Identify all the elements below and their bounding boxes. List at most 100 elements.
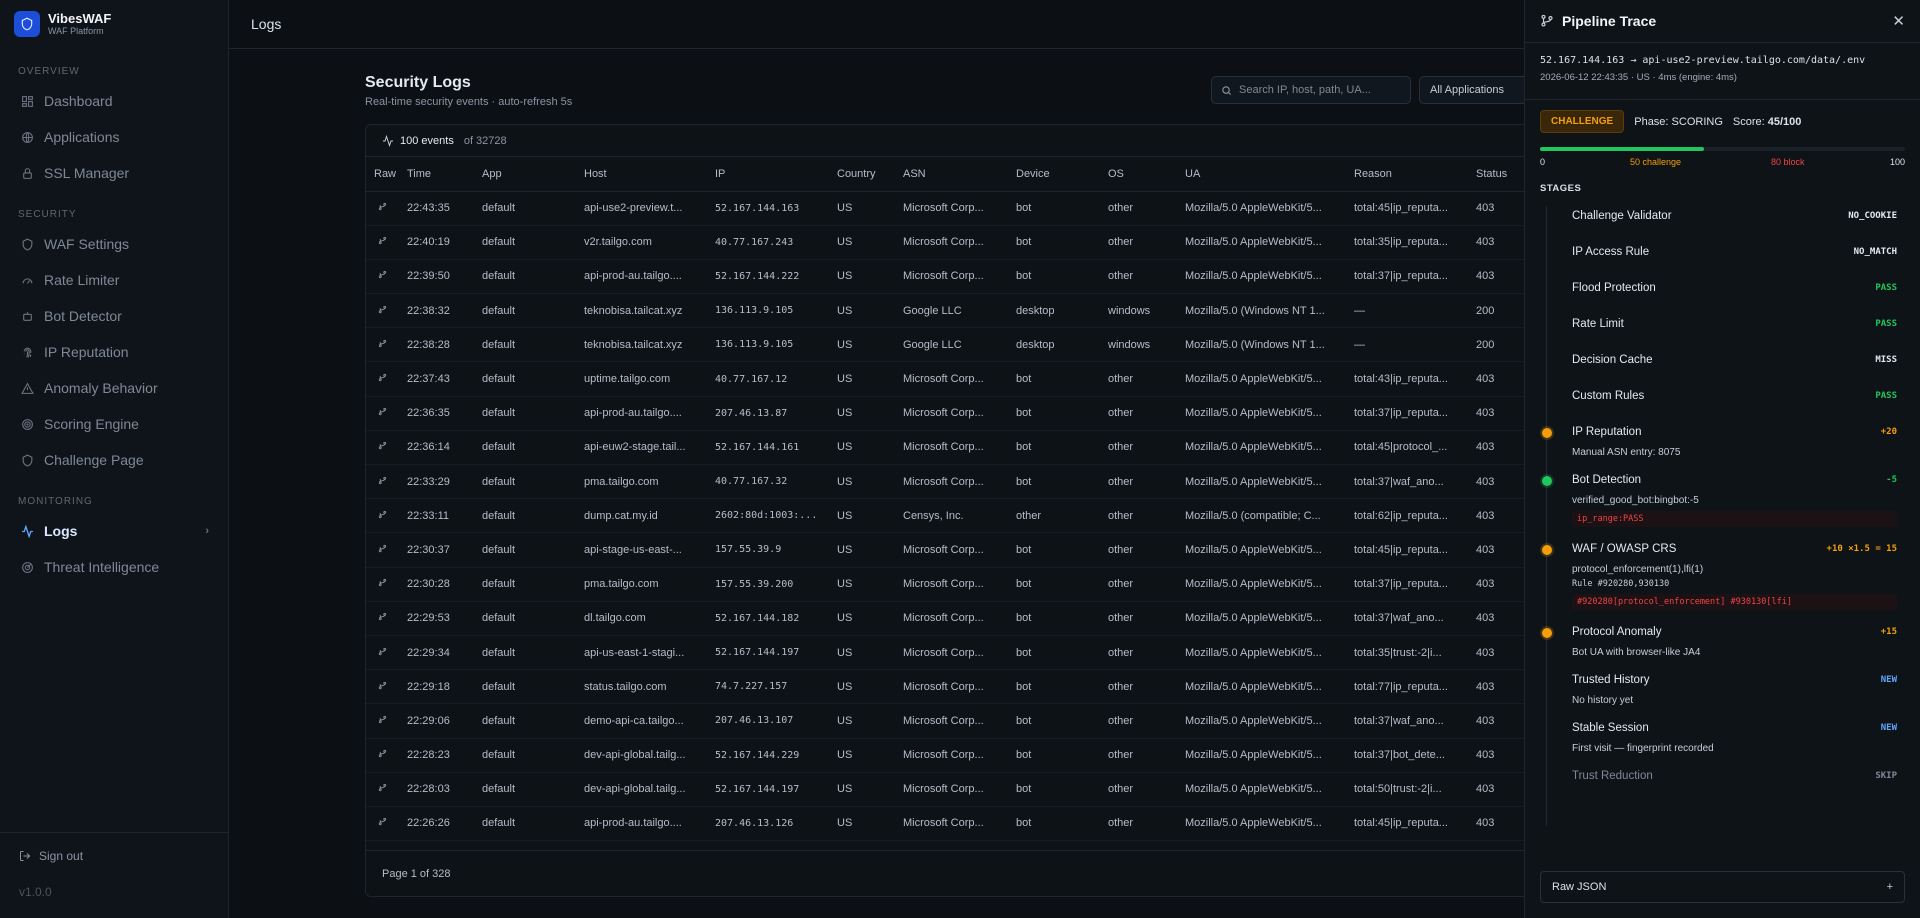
cell-time: 22:38:28 [399, 327, 474, 363]
table-row[interactable]: 22:26:26 default api-prod-au.tailgo.... 207… [366, 806, 1544, 842]
column-header-os[interactable]: OS [1100, 157, 1177, 192]
cell-device: desktop [1008, 293, 1100, 329]
stage-result: NEW [1880, 723, 1897, 733]
cell-device: bot [1008, 396, 1100, 431]
sidebar-item-rate-limiter[interactable]: Rate Limiter [0, 262, 228, 298]
raw-view-icon[interactable] [366, 225, 399, 260]
raw-view-icon[interactable] [366, 396, 399, 431]
raw-view-icon[interactable] [366, 567, 399, 602]
search-box[interactable] [1211, 76, 1411, 104]
radar-icon [19, 559, 35, 575]
raw-view-icon[interactable] [366, 259, 399, 295]
brand-subtitle: WAF Platform [48, 26, 104, 36]
stage-item[interactable]: Challenge Validator NO_COOKIE [1540, 198, 1905, 234]
table-row[interactable]: 22:38:28 default teknobisa.tailcat.xyz 136.… [366, 327, 1544, 363]
sidebar-item-label: Bot Detector [44, 308, 122, 324]
table-row[interactable]: 22:33:29 default pma.tailgo.com 40.77.167.3… [366, 464, 1544, 500]
table-row[interactable]: 22:30:37 default api-stage-us-east-... 157.… [366, 532, 1544, 568]
sidebar-item-applications[interactable]: Applications [0, 119, 228, 155]
cell-device: bot [1008, 806, 1100, 842]
column-header-host[interactable]: Host [576, 157, 707, 192]
raw-view-icon[interactable] [366, 806, 399, 842]
raw-view-icon[interactable] [366, 430, 399, 466]
column-header-time[interactable]: Time [399, 157, 474, 192]
raw-view-icon[interactable] [366, 669, 399, 705]
raw-view-icon[interactable] [366, 191, 399, 226]
sign-out-button[interactable]: Sign out [19, 849, 209, 863]
table-row[interactable]: 22:37:43 default uptime.tailgo.com 40.77.16… [366, 361, 1544, 397]
sidebar-item-anomaly-behavior[interactable]: Anomaly Behavior [0, 370, 228, 406]
table-row[interactable]: 22:39:50 default api-prod-au.tailgo.... 52.… [366, 259, 1544, 295]
column-header-asn[interactable]: ASN [895, 157, 1008, 192]
stage-item[interactable]: WAF / OWASP CRS +10 ×1.5 = 15 protocol_enf… [1540, 531, 1905, 614]
raw-view-icon[interactable] [366, 532, 399, 568]
column-header-ip[interactable]: IP [707, 157, 829, 192]
raw-view-icon[interactable] [366, 327, 399, 363]
table-row[interactable]: 22:29:53 default dl.tailgo.com 52.167.144.1… [366, 601, 1544, 636]
sidebar-item-logs[interactable]: Logs › [0, 513, 228, 549]
sidebar-item-dashboard[interactable]: Dashboard [0, 83, 228, 119]
close-icon[interactable]: ✕ [1892, 12, 1905, 30]
column-header-ua[interactable]: UA [1177, 157, 1346, 192]
table-row[interactable]: 22:30:28 default pma.tailgo.com 157.55.39.2… [366, 567, 1544, 602]
search-icon [1222, 85, 1232, 95]
cell-app: default [474, 498, 576, 534]
stage-item[interactable]: Flood Protection PASS [1540, 270, 1905, 306]
raw-view-icon[interactable] [366, 738, 399, 773]
table-row[interactable]: 22:43:35 default api-use2-preview.t... 52.1… [366, 191, 1544, 226]
stage-item[interactable]: Rate Limit PASS [1540, 306, 1905, 342]
sidebar-item-ip-reputation[interactable]: IP Reputation [0, 334, 228, 370]
application-filter-select[interactable]: All Applications [1419, 76, 1539, 104]
raw-json-toggle[interactable]: Raw JSON + [1540, 871, 1905, 903]
sidebar-item-bot-detector[interactable]: Bot Detector [0, 298, 228, 334]
stage-item[interactable]: IP Reputation +20 Manual ASN entry: 8075 [1540, 414, 1905, 462]
table-row[interactable]: 22:28:23 default dev-api-global.tailg... 52… [366, 738, 1544, 773]
table-row[interactable]: 22:33:11 default dump.cat.my.id 2602:80d:10… [366, 498, 1544, 534]
raw-view-icon[interactable] [366, 361, 399, 397]
table-row[interactable]: 22:29:06 default demo-api-ca.tailgo... 207.… [366, 703, 1544, 739]
table-row[interactable]: 22:29:34 default api-us-east-1-stagi... 52.… [366, 635, 1544, 671]
stage-item[interactable]: Bot Detection -5 verified_good_bot:bingbot… [1540, 462, 1905, 531]
stage-rule: Rule #920280,930130 [1572, 579, 1670, 589]
stage-item[interactable]: Trusted History NEW No history yet [1540, 662, 1905, 710]
cell-reason: total:37|bot_dete... [1346, 738, 1468, 773]
table-row[interactable]: 22:36:14 default api-euw2-stage.tail... 52.… [366, 430, 1544, 466]
stage-item[interactable]: Stable Session NEW First visit — fingerpri… [1540, 710, 1905, 758]
table-row[interactable]: 22:28:03 default dev-api-global.tailg... 52… [366, 772, 1544, 807]
cell-asn: Microsoft Corp... [895, 191, 1008, 226]
table-row[interactable]: 22:40:19 default v2r.tailgo.com 40.77.167.2… [366, 225, 1544, 260]
raw-view-icon[interactable] [366, 772, 399, 807]
cell-country: US [829, 703, 895, 739]
column-header-device[interactable]: Device [1008, 157, 1100, 192]
stage-item[interactable]: Protocol Anomaly +15 Bot UA with browser-l… [1540, 614, 1905, 662]
column-header-raw[interactable]: Raw [366, 157, 399, 192]
sidebar-item-challenge-page[interactable]: Challenge Page [0, 442, 228, 478]
table-row[interactable]: 22:38:32 default teknobisa.tailcat.xyz 136.… [366, 293, 1544, 329]
raw-view-icon[interactable] [366, 293, 399, 329]
column-header-app[interactable]: App [474, 157, 576, 192]
stage-item[interactable]: Decision Cache MISS [1540, 342, 1905, 378]
trace-timing: · 4ms (engine: 4ms) [1652, 72, 1737, 83]
stage-item[interactable]: Custom Rules PASS [1540, 378, 1905, 414]
raw-view-icon[interactable] [366, 601, 399, 636]
raw-view-icon[interactable] [366, 635, 399, 671]
search-input[interactable] [1239, 84, 1399, 96]
table-row[interactable]: 22:36:35 default api-prod-au.tailgo.... 207… [366, 396, 1544, 431]
sidebar-item-waf-settings[interactable]: WAF Settings [0, 226, 228, 262]
raw-view-icon[interactable] [366, 498, 399, 534]
stage-item[interactable]: IP Access Rule NO_MATCH [1540, 234, 1905, 270]
cell-asn: Microsoft Corp... [895, 772, 1008, 807]
raw-view-icon[interactable] [366, 703, 399, 739]
stage-name: IP Reputation [1572, 426, 1642, 438]
table-row[interactable]: 22:29:18 default status.tailgo.com 74.7.227… [366, 669, 1544, 705]
brand[interactable]: VibesWAF WAF Platform [0, 0, 228, 48]
sidebar-item-threat-intelligence[interactable]: Threat Intelligence [0, 549, 228, 585]
column-header-reason[interactable]: Reason [1346, 157, 1468, 192]
cell-reason: total:45|protocol_... [1346, 430, 1468, 466]
sidebar-item-label: Anomaly Behavior [44, 380, 158, 396]
sidebar-item-ssl-manager[interactable]: SSL Manager [0, 155, 228, 191]
sidebar-item-scoring-engine[interactable]: Scoring Engine [0, 406, 228, 442]
raw-view-icon[interactable] [366, 464, 399, 500]
column-header-country[interactable]: Country [829, 157, 895, 192]
stage-item[interactable]: Trust Reduction SKIP [1540, 758, 1905, 794]
